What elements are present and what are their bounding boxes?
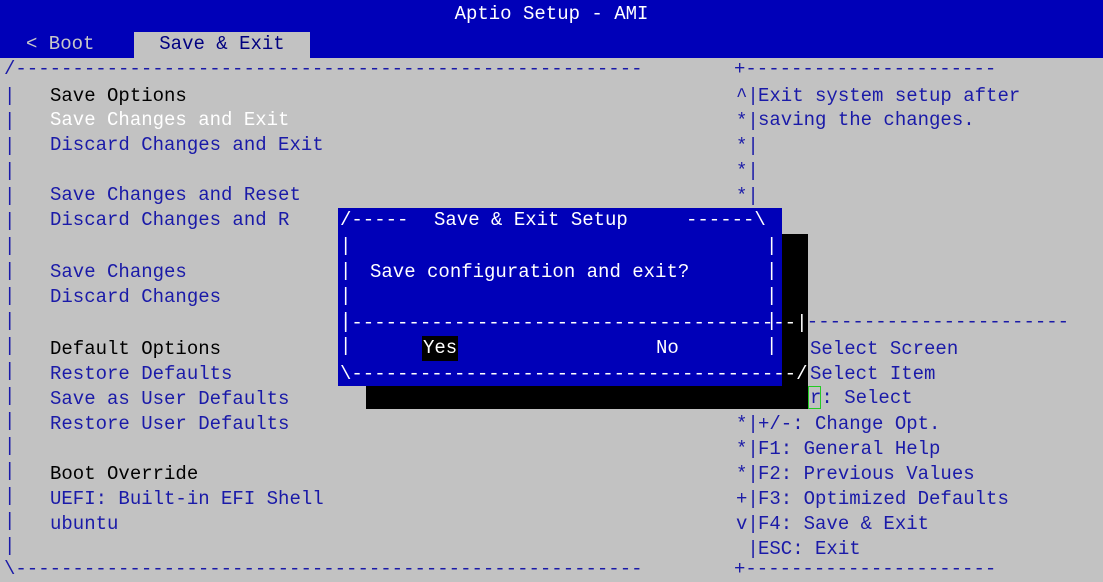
- no-button[interactable]: No: [656, 336, 679, 361]
- menu-restore-user-defaults[interactable]: Restore User Defaults: [50, 412, 289, 437]
- text-cursor: [808, 386, 821, 409]
- key-save-exit: F4: Save & Exit: [758, 513, 930, 535]
- dialog-title: Save & Exit Setup: [434, 209, 628, 231]
- key-change-opt: +/-: Change Opt.: [758, 413, 941, 435]
- key-select-screen: Select Screen: [810, 338, 959, 360]
- frame-top-left: /---------------------------------------…: [4, 58, 643, 80]
- key-select-item: Select Item: [810, 363, 936, 385]
- save-exit-dialog: /----- Save & Exit Setup ------\ | | | |…: [338, 208, 807, 386]
- key-previous-values: F2: Previous Values: [758, 463, 975, 485]
- menu-discard-changes-and-reset[interactable]: Discard Changes and R: [50, 208, 289, 233]
- yes-button[interactable]: Yes: [422, 336, 459, 361]
- key-enter-select: r: Select: [810, 387, 913, 409]
- left-border: | | | | | | | | | | | | | | | | | | |: [4, 85, 16, 557]
- scrollbar-lower[interactable]: *| *| *| +| v| |: [736, 412, 759, 562]
- menu-uefi-shell[interactable]: UEFI: Built-in EFI Shell: [50, 487, 324, 512]
- menu-save-changes[interactable]: Save Changes: [50, 260, 187, 285]
- tab-boot[interactable]: < Boot: [26, 32, 94, 57]
- menu-save-changes-and-exit[interactable]: Save Changes and Exit: [50, 108, 289, 133]
- help-line-2: saving the changes.: [758, 109, 975, 131]
- frame-top-right: +----------------------: [734, 58, 997, 80]
- dialog-top-border: /-----: [340, 209, 409, 231]
- tab-save-exit[interactable]: Save & Exit: [134, 32, 310, 58]
- menu-save-as-user-defaults[interactable]: Save as User Defaults: [50, 387, 289, 412]
- default-options-header: Default Options: [50, 338, 222, 360]
- key-general-help: F1: General Help: [758, 438, 941, 460]
- dialog-shadow-bottom: [366, 384, 808, 409]
- dialog-right-border: | | | | |: [766, 235, 778, 357]
- dialog-divider: |---------------------------------------…: [340, 312, 808, 334]
- menu-restore-defaults[interactable]: Restore Defaults: [50, 362, 232, 387]
- boot-override-header: Boot Override: [50, 463, 199, 485]
- menu-save-changes-and-reset[interactable]: Save Changes and Reset: [50, 183, 301, 208]
- dialog-bottom-border: \---------------------------------------…: [340, 363, 808, 385]
- help-divider: -------------------------: [784, 311, 1070, 333]
- menu-ubuntu[interactable]: ubuntu: [50, 512, 118, 537]
- menu-discard-changes[interactable]: Discard Changes: [50, 285, 221, 310]
- menu-discard-changes-and-exit[interactable]: Discard Changes and Exit: [50, 133, 324, 158]
- window-title: Aptio Setup - AMI: [454, 3, 649, 25]
- dialog-message: Save configuration and exit?: [370, 261, 690, 283]
- help-line-1: Exit system setup after: [758, 85, 1021, 107]
- dialog-top-border-right: ------\: [686, 209, 766, 231]
- key-esc-exit: ESC: Exit: [758, 538, 861, 560]
- frame-bottom-left: \---------------------------------------…: [4, 558, 643, 580]
- scrollbar[interactable]: ^| *| *| *| *|: [736, 84, 759, 209]
- save-options-header: Save Options: [50, 85, 187, 107]
- key-optimized-defaults: F3: Optimized Defaults: [758, 488, 1009, 510]
- dialog-left-border: | | | | |: [340, 235, 352, 357]
